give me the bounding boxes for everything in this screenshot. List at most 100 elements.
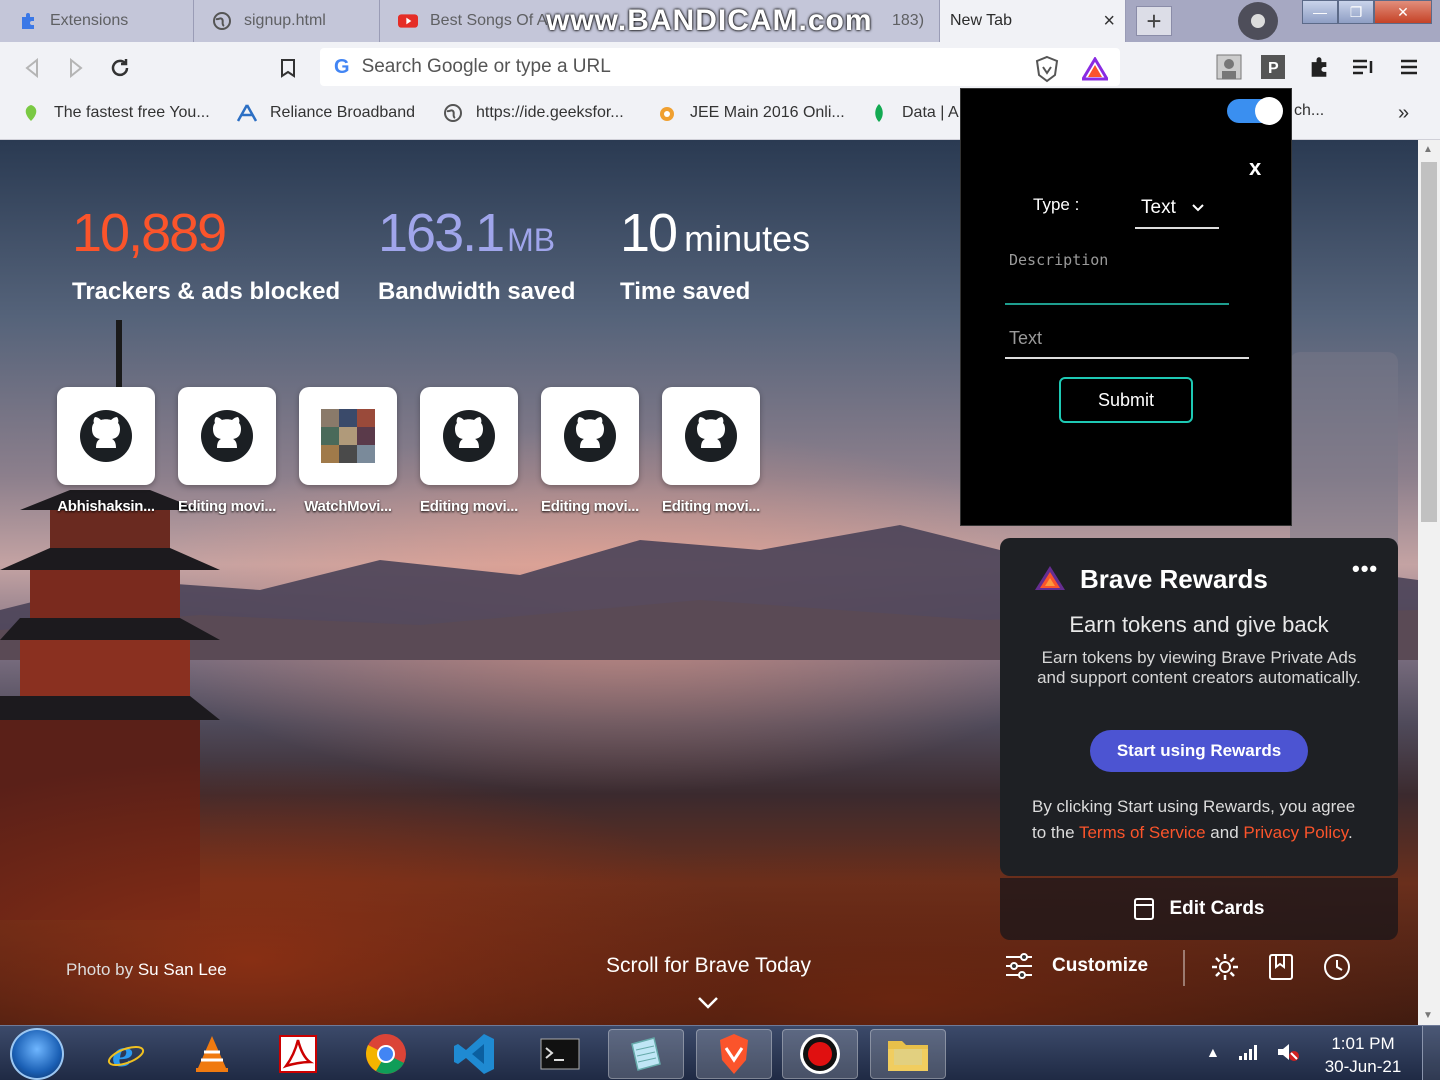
network-icon[interactable] bbox=[1238, 1044, 1258, 1060]
reload-icon bbox=[111, 59, 129, 77]
window-controls: — ❐ ✕ bbox=[1302, 0, 1432, 26]
type-select[interactable]: Text bbox=[1135, 189, 1219, 229]
bat-logo-icon bbox=[1035, 566, 1065, 590]
settings-gear-icon[interactable] bbox=[1210, 952, 1240, 982]
bookmark-label: The fastest free You... bbox=[54, 104, 210, 121]
new-tab-button[interactable]: + bbox=[1136, 6, 1172, 36]
customize-button[interactable]: Customize bbox=[1004, 952, 1148, 980]
restore-button[interactable]: ❐ bbox=[1338, 0, 1374, 24]
brave-rewards-card: Brave Rewards ••• Earn tokens and give b… bbox=[1000, 538, 1398, 876]
top-site-label: WatchMovi... bbox=[304, 498, 392, 515]
text-input[interactable] bbox=[1005, 319, 1249, 359]
google-icon: G bbox=[334, 55, 350, 78]
extensions-puzzle-icon[interactable] bbox=[1306, 54, 1332, 80]
brave-rewards-icon[interactable] bbox=[1082, 57, 1108, 81]
tab-new-tab[interactable]: New Tab × bbox=[940, 0, 1126, 42]
profile-icon[interactable] bbox=[1238, 2, 1278, 40]
scroll-up-icon[interactable]: ▲ bbox=[1423, 144, 1433, 155]
github-icon bbox=[80, 410, 132, 462]
jee-icon bbox=[656, 102, 678, 124]
extension-avatar-icon[interactable] bbox=[1216, 54, 1242, 80]
vlc-icon[interactable] bbox=[174, 1029, 250, 1079]
tab-label: signup.html bbox=[244, 12, 326, 29]
start-rewards-button[interactable]: Start using Rewards bbox=[1090, 730, 1308, 772]
bookmark-button[interactable] bbox=[274, 54, 302, 82]
bookmark-label: https://ide.geeksfor... bbox=[476, 104, 624, 121]
top-site-tile[interactable] bbox=[662, 387, 760, 485]
photographer-link[interactable]: Su San Lee bbox=[138, 960, 227, 979]
top-site-tile[interactable] bbox=[420, 387, 518, 485]
github-icon bbox=[201, 410, 253, 462]
address-bar[interactable]: G bbox=[320, 48, 1120, 86]
footer-divider bbox=[1183, 950, 1185, 986]
close-window-button[interactable]: ✕ bbox=[1374, 0, 1432, 24]
tab-label: Extensions bbox=[50, 12, 129, 29]
notepad-icon[interactable] bbox=[608, 1029, 684, 1079]
terms-link[interactable]: Terms of Service bbox=[1079, 823, 1206, 842]
top-site-label: Editing movi... bbox=[419, 498, 518, 515]
scroll-for-brave-today[interactable]: Scroll for Brave Today bbox=[606, 954, 811, 978]
volume-muted-icon[interactable] bbox=[1276, 1042, 1300, 1062]
scrollbar-thumb[interactable] bbox=[1421, 162, 1437, 522]
enable-toggle[interactable] bbox=[1227, 97, 1283, 125]
github-icon bbox=[564, 410, 616, 462]
extension-p-icon[interactable]: P bbox=[1260, 54, 1286, 80]
privacy-link[interactable]: Privacy Policy bbox=[1243, 823, 1348, 842]
github-icon bbox=[685, 410, 737, 462]
menu-icon[interactable] bbox=[1396, 54, 1422, 80]
chrome-icon[interactable] bbox=[348, 1029, 424, 1079]
back-arrow-icon bbox=[25, 58, 38, 78]
close-popup-button[interactable]: x bbox=[1249, 155, 1261, 181]
back-button[interactable] bbox=[18, 54, 46, 82]
start-button[interactable] bbox=[10, 1028, 64, 1080]
rewards-more-icon[interactable]: ••• bbox=[1352, 556, 1378, 582]
windows-taskbar: e ▲ 1:01 PM 30-Jun-21 bbox=[0, 1025, 1440, 1080]
minimize-button[interactable]: — bbox=[1302, 0, 1338, 24]
bookmark-item-partial[interactable]: ch... bbox=[1294, 102, 1324, 120]
bandwidth-stat: 163.1 MB bbox=[378, 202, 555, 264]
brave-icon[interactable] bbox=[696, 1029, 772, 1079]
tray-expand-icon[interactable]: ▲ bbox=[1206, 1044, 1220, 1060]
taskbar-clock[interactable]: 1:01 PM 30-Jun-21 bbox=[1316, 1032, 1410, 1078]
close-tab-icon[interactable]: × bbox=[1103, 10, 1115, 33]
show-desktop-button[interactable] bbox=[1422, 1026, 1440, 1080]
cmd-icon[interactable] bbox=[522, 1029, 598, 1079]
bookmarks-overflow-button[interactable]: » bbox=[1398, 102, 1409, 125]
acrobat-icon[interactable] bbox=[260, 1029, 336, 1079]
vscode-icon[interactable] bbox=[436, 1029, 512, 1079]
forward-arrow-icon bbox=[70, 58, 83, 78]
tab-extensions[interactable]: Extensions bbox=[0, 0, 194, 42]
description-textarea[interactable] bbox=[1005, 241, 1229, 305]
reload-button[interactable] bbox=[106, 54, 134, 82]
edit-cards-button[interactable]: Edit Cards bbox=[1000, 878, 1398, 940]
tab-label: New Tab bbox=[950, 12, 1012, 29]
chevron-down-icon[interactable] bbox=[697, 996, 719, 1010]
tab-label-tail: 183) bbox=[892, 12, 925, 29]
submit-button[interactable]: Submit bbox=[1059, 377, 1193, 423]
bookmark-item[interactable]: The fastest free You... bbox=[20, 102, 210, 124]
history-icon[interactable] bbox=[1322, 952, 1352, 982]
tab-signup[interactable]: signup.html bbox=[194, 0, 380, 42]
bookmark-item[interactable]: Reliance Broadband bbox=[236, 102, 415, 124]
top-site-tile[interactable] bbox=[541, 387, 639, 485]
brave-shield-icon[interactable] bbox=[1034, 55, 1060, 83]
url-input[interactable] bbox=[361, 56, 1002, 78]
bookmark-item[interactable]: https://ide.geeksfor... bbox=[442, 102, 624, 124]
puzzle-icon bbox=[18, 11, 38, 31]
bandicam-record-icon[interactable] bbox=[782, 1029, 858, 1079]
top-site-tile[interactable] bbox=[178, 387, 276, 485]
bookmark-item[interactable]: JEE Main 2016 Onli... bbox=[656, 102, 845, 124]
trackers-label: Trackers & ads blocked bbox=[72, 278, 341, 305]
reading-list-icon[interactable] bbox=[1350, 54, 1376, 80]
top-site-tile[interactable] bbox=[299, 387, 397, 485]
bookmarks-manager-icon[interactable] bbox=[1266, 952, 1296, 982]
page-scrollbar[interactable]: ▲ ▼ bbox=[1418, 140, 1440, 1025]
bookmark-item[interactable]: Data | A bbox=[868, 102, 959, 124]
type-select-value: Text bbox=[1141, 197, 1176, 218]
forward-button[interactable] bbox=[62, 54, 90, 82]
internet-explorer-icon[interactable]: e bbox=[88, 1029, 164, 1079]
scroll-down-icon[interactable]: ▼ bbox=[1423, 1010, 1433, 1021]
top-site-tile[interactable] bbox=[57, 387, 155, 485]
explorer-icon[interactable] bbox=[870, 1029, 946, 1079]
recording-watermark: www.BANDICAM.com bbox=[546, 4, 873, 37]
